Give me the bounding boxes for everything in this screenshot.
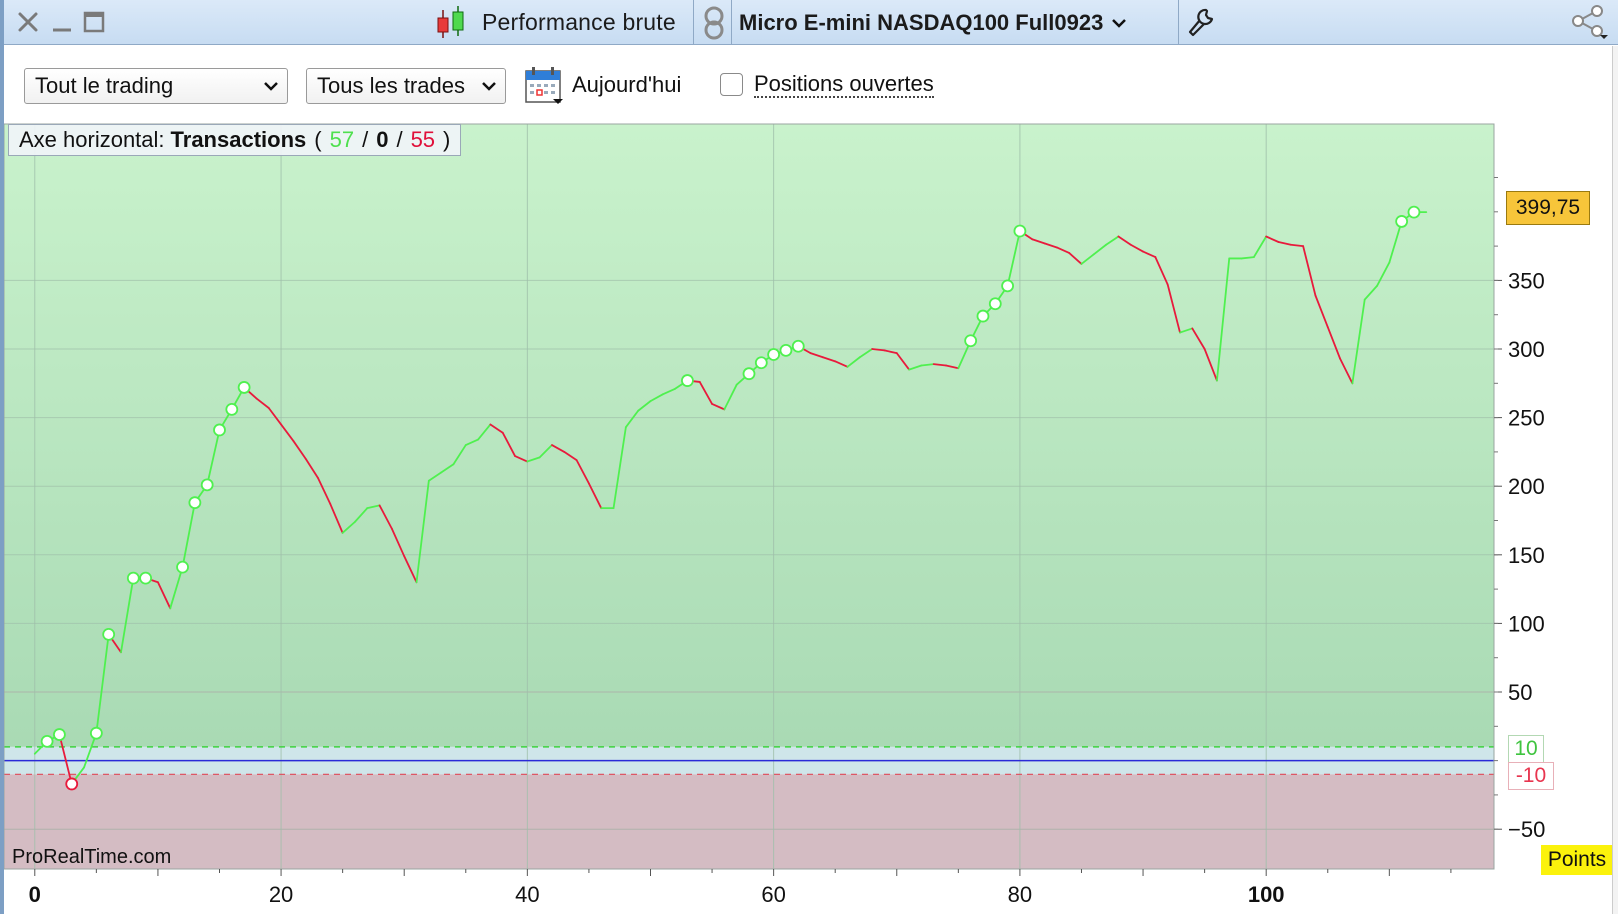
winning-trades-count: 57 (329, 127, 355, 152)
y-tick-label: 50 (1508, 680, 1532, 705)
chevron-down-icon (264, 82, 278, 91)
x-tick-label: 80 (1008, 882, 1032, 907)
axis-info-open-paren: ( (314, 127, 322, 152)
chevron-down-icon (1112, 18, 1127, 28)
filter-toolbar: Tout le trading Tous les trades Aujourd'… (4, 46, 1618, 122)
panel-title: Performance brute (482, 9, 676, 35)
equity-point-marker (1013, 224, 1027, 238)
equity-point-marker (213, 423, 226, 437)
losing-trades-count: 55 (410, 127, 436, 152)
titlebar-separator (1178, 0, 1179, 45)
y-tick-label: 250 (1508, 406, 1545, 431)
share-icon[interactable] (1569, 4, 1609, 40)
today-button[interactable]: Aujourd'hui (572, 72, 681, 98)
y-tick-label: 100 (1508, 611, 1545, 636)
horizontal-axis-info[interactable]: Axe horizontal: Transactions ( 57 / 0 / … (8, 124, 462, 156)
equity-point-marker (225, 402, 239, 416)
axis-info-prefix: Axe horizontal: (19, 127, 165, 152)
y-tick-label: −50 (1508, 817, 1545, 842)
x-tick-label: 0 (29, 882, 41, 907)
last-value-badge: 399,75 (1506, 191, 1590, 225)
equity-point-marker (964, 334, 978, 348)
equity-point-marker (237, 381, 251, 394)
equity-point-marker (791, 339, 805, 353)
window-titlebar: Performance brute Micro E-mini NASDAQ100… (4, 0, 1618, 45)
equity-point-marker (188, 496, 202, 510)
performance-tab[interactable]: Performance brute (434, 0, 676, 45)
equity-point-marker (126, 571, 140, 585)
neutral-trades-count: 0 (376, 127, 389, 152)
x-tick-label: 100 (1248, 882, 1285, 907)
equity-point-marker (1395, 215, 1409, 228)
lower-threshold-label: -10 (1508, 762, 1554, 790)
axis-info-mode: Transactions (170, 127, 307, 152)
equity-point-marker (742, 367, 756, 381)
minimize-icon[interactable] (48, 8, 76, 36)
y-tick-label: 350 (1508, 268, 1545, 293)
equity-point-marker (976, 309, 990, 323)
instrument-selector[interactable]: Micro E-mini NASDAQ100 Full0923 (739, 0, 1127, 45)
y-tick-label: 150 (1508, 543, 1545, 568)
equity-point-marker (89, 726, 103, 740)
equity-point-marker (754, 356, 768, 370)
equity-point-marker (102, 627, 116, 641)
equity-point-marker (176, 560, 189, 574)
axis-info-separator: / (362, 127, 369, 152)
chevron-down-icon (482, 82, 496, 91)
negative-zone (4, 774, 1494, 869)
equity-point-marker (767, 348, 781, 361)
x-tick-label: 40 (515, 882, 539, 907)
x-tick-label: 60 (761, 882, 785, 907)
open-positions-checkbox[interactable] (720, 73, 743, 96)
maximize-icon[interactable] (80, 8, 108, 36)
trades-select[interactable]: Tous les trades (306, 68, 506, 104)
link-icon[interactable] (701, 4, 727, 42)
equity-point-marker (988, 297, 1002, 311)
x-axis: 0 20 40 60 80 100 (29, 869, 1452, 907)
upper-threshold-label: 10 (1508, 735, 1544, 763)
window-edge (1612, 46, 1618, 914)
candlestick-icon (437, 5, 464, 38)
y-tick-label: 300 (1508, 337, 1545, 362)
instrument-name: Micro E-mini NASDAQ100 Full0923 (739, 9, 1104, 35)
titlebar-separator (693, 0, 694, 45)
equity-point-marker (1407, 205, 1421, 219)
watermark: ProRealTime.com (12, 846, 172, 868)
equity-chart[interactable]: 35030025020015010050−50 0 20 40 60 80 100 (4, 122, 1618, 914)
axis-info-separator: / (396, 127, 403, 152)
close-icon[interactable] (14, 8, 42, 36)
equity-point-marker (139, 571, 153, 585)
equity-point-marker (40, 735, 54, 748)
calendar-icon[interactable] (524, 66, 564, 106)
equity-point-marker (200, 478, 214, 492)
equity-point-marker (779, 343, 793, 357)
equity-point-marker (681, 374, 694, 387)
x-tick-label: 20 (269, 882, 293, 907)
axis-info-close-paren: ) (443, 127, 451, 152)
equity-point-marker (53, 728, 66, 741)
period-select-value: Tout le trading (35, 73, 174, 98)
positive-zone (4, 124, 1494, 747)
period-select[interactable]: Tout le trading (24, 68, 288, 104)
units-badge: Points (1541, 845, 1613, 875)
open-positions-label[interactable]: Positions ouvertes (754, 72, 934, 98)
equity-point-marker (1001, 279, 1014, 293)
titlebar-separator (731, 0, 732, 45)
trades-select-value: Tous les trades (317, 73, 465, 98)
app-window: Performance brute Micro E-mini NASDAQ100… (0, 0, 1618, 914)
wrench-icon[interactable] (1186, 6, 1216, 38)
y-tick-label: 200 (1508, 474, 1545, 499)
equity-point-marker (65, 777, 79, 791)
